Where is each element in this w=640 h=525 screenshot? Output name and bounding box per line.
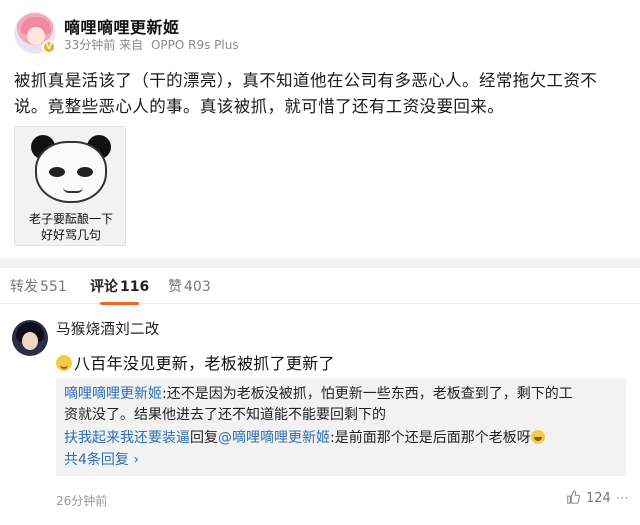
tab-count: 116 (120, 279, 150, 295)
post-text-line: 被抓真是活该了（干的漂亮），真不知道他在公司有多恶心人。经常拖欠工资不 (14, 71, 598, 90)
verified-badge-icon: V (42, 40, 56, 54)
reply-author-link[interactable]: 嘀哩嘀哩更新姬 (64, 386, 162, 402)
reply-text: :还不是因为老板没被抓，怕更新一些东西，老板查到了，剩下的工 (162, 386, 573, 402)
panda-eye (49, 167, 65, 177)
tab-label: 评论 (90, 279, 118, 295)
meme-caption-line: 好好骂几句 (40, 228, 101, 242)
comment-item: 马猴烧酒刘二改 八百年没见更新，老板被抓了更新了 嘀哩嘀哩更新姬:还不是因为老板… (0, 312, 640, 525)
panda-eye (77, 167, 93, 177)
comment-time: 26分钟前 (56, 494, 108, 508)
more-options-icon[interactable]: ⋯ (616, 492, 630, 506)
panda-face-icon (29, 133, 113, 203)
post-meta: 33分钟前 来自 OPPO R9s Plus (64, 36, 239, 53)
commenter-avatar[interactable] (12, 320, 48, 356)
section-divider (0, 258, 640, 268)
smirk-emoji-icon (56, 355, 72, 371)
post-author-name[interactable]: 嘀哩嘀哩更新姬 (64, 14, 180, 38)
comment-like-button[interactable]: 124 (566, 490, 611, 508)
reply-item: 扶我起来我还要装逼回复@嘀哩嘀哩更新姬:是前面那个还是后面那个老板呀 (64, 428, 545, 449)
post-tabs: 转发 551 评论 116 赞 403 (0, 268, 640, 305)
more-replies-label: 共4条回复 (64, 452, 129, 468)
meme-caption: 老子要酝酿一下 好好骂几句 (15, 211, 125, 243)
reply-author-link[interactable]: 扶我起来我还要装逼 (64, 430, 190, 446)
thumbs-up-icon (567, 490, 580, 504)
reply-thread[interactable]: 嘀哩嘀哩更新姬:还不是因为老板没被抓，怕更新一些东西，老板查到了，剩下的工 资就… (56, 378, 626, 476)
post-header: V 嘀哩嘀哩更新姬 33分钟前 来自 OPPO R9s Plus (14, 12, 626, 58)
comment-text: 八百年没见更新，老板被抓了更新了 (56, 350, 335, 374)
post-text-line: 说。竟整些恶心人的事。真该被抓，就可惜了还有工资没要回来。 (14, 97, 505, 116)
panda-head (35, 141, 107, 203)
tab-repost[interactable]: 转发 551 (10, 276, 67, 296)
meme-caption-line: 老子要酝酿一下 (28, 212, 113, 226)
reply-word: 回复 (190, 430, 218, 446)
mention-link[interactable]: @嘀哩嘀哩更新姬 (218, 430, 330, 446)
tab-count: 403 (184, 279, 211, 295)
reply-item: 嘀哩嘀哩更新姬:还不是因为老板没被抓，怕更新一些东西，老板查到了，剩下的工 (64, 384, 573, 405)
meme-image[interactable]: 老子要酝酿一下 好好骂几句 (14, 126, 126, 246)
reply-text: :是前面那个还是后面那个老板呀 (330, 430, 531, 446)
post-text: 被抓真是活该了（干的漂亮），真不知道他在公司有多恶心人。经常拖欠工资不 说。竟整… (14, 68, 626, 120)
like-count: 124 (586, 491, 611, 506)
post-device: OPPO R9s Plus (150, 38, 239, 52)
panda-mouth (63, 187, 83, 193)
post-time: 33分钟前 (64, 38, 116, 52)
tab-label: 赞 (168, 279, 182, 295)
reply-text: 资就没了。结果他进去了还不知道能不能要回剩下的 (64, 407, 386, 423)
chevron-right-icon: › (133, 452, 139, 468)
avatar-face (22, 332, 38, 350)
more-replies-link[interactable]: 共4条回复 › (64, 450, 139, 471)
commenter-name[interactable]: 马猴烧酒刘二改 (56, 318, 160, 339)
tab-like[interactable]: 赞 403 (168, 276, 211, 296)
tab-comment[interactable]: 评论 116 (90, 276, 150, 305)
laugh-emoji-icon (530, 430, 545, 444)
post-source-prefix: 来自 (119, 38, 144, 52)
comment-text-content: 八百年没见更新，老板被抓了更新了 (74, 354, 335, 373)
reply-item-cont: 资就没了。结果他进去了还不知道能不能要回剩下的 (64, 405, 386, 426)
tab-count: 551 (40, 279, 67, 295)
tab-label: 转发 (10, 279, 38, 295)
